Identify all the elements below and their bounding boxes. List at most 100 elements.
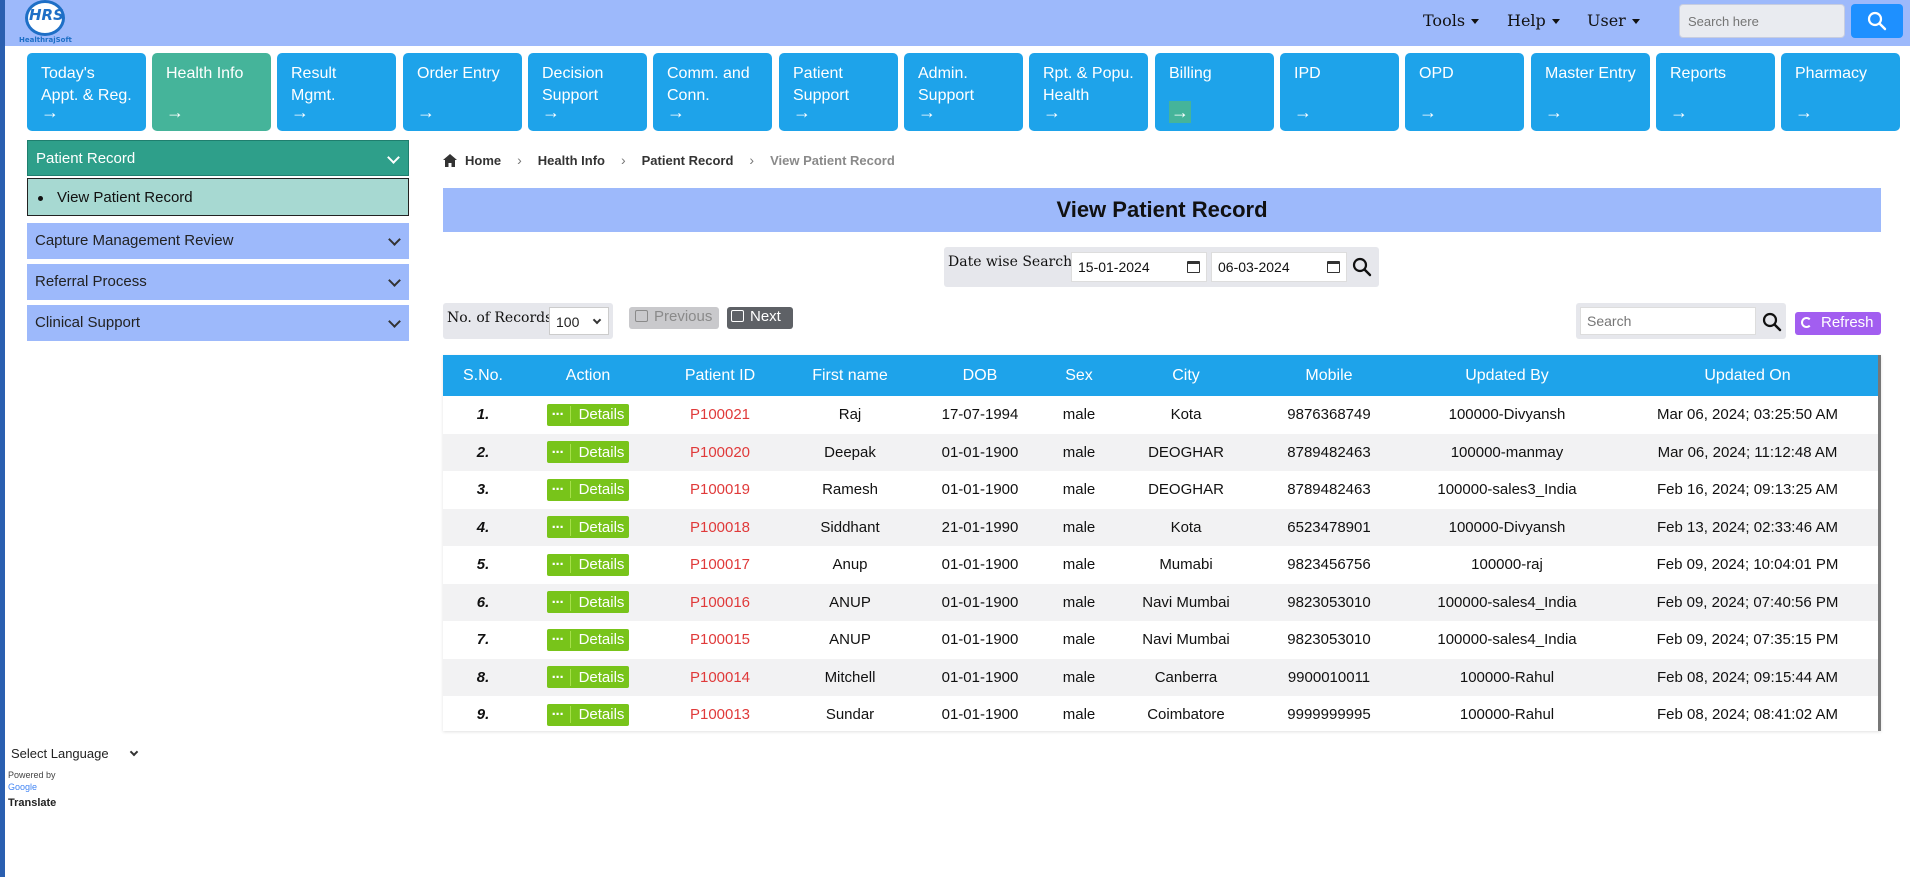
tile-result-mgmt[interactable]: Result Mgmt. → xyxy=(277,53,396,131)
column-header[interactable]: First name xyxy=(787,355,913,396)
caret-down-icon xyxy=(1631,19,1640,24)
date-to-value: 06-03-2024 xyxy=(1218,259,1290,275)
cell-sno: 6. xyxy=(476,593,490,611)
sidebar-section-capture-management-review[interactable]: Capture Management Review xyxy=(27,223,409,259)
cell-first-name: Siddhant xyxy=(820,518,880,536)
column-header[interactable]: City xyxy=(1111,355,1261,396)
previous-button[interactable]: Previous xyxy=(629,307,719,329)
details-label: Details xyxy=(578,406,625,424)
calendar-icon[interactable] xyxy=(1327,261,1340,273)
cell-city: DEOGHAR xyxy=(1148,443,1224,461)
refresh-label: Refresh xyxy=(1821,314,1874,331)
tile-ipd[interactable]: IPD → xyxy=(1280,53,1399,131)
sidebar-item-view-patient-record[interactable]: View Patient Record xyxy=(27,178,409,216)
records-label: No. of Records xyxy=(447,310,553,326)
cell-updated-by: 100000-manmay xyxy=(1450,443,1564,461)
tile-rpt-popu-health[interactable]: Rpt. & Popu. Health → xyxy=(1029,53,1148,131)
tile-pharmacy[interactable]: Pharmacy → xyxy=(1781,53,1900,131)
tile-admin-support[interactable]: Admin. Support → xyxy=(904,53,1023,131)
column-header[interactable]: DOB xyxy=(913,355,1047,396)
tile-opd[interactable]: OPD → xyxy=(1405,53,1524,131)
column-header[interactable]: Patient ID xyxy=(653,355,787,396)
google-logo[interactable]: Google xyxy=(8,781,56,793)
details-label: Details xyxy=(578,443,625,461)
table-row: 2. ··· Details P100020 Deepak 01-01-1900 male D… xyxy=(443,433,1878,472)
cell-patient-id[interactable]: P100015 xyxy=(653,621,787,659)
column-header[interactable]: Updated By xyxy=(1397,355,1617,396)
breadcrumb-patient-record[interactable]: Patient Record xyxy=(642,153,734,168)
cell-patient-id[interactable]: P100013 xyxy=(653,696,787,734)
cell-patient-id[interactable]: P100019 xyxy=(653,471,787,509)
more-dots-icon: ··· xyxy=(552,518,571,536)
menu-user[interactable]: User xyxy=(1587,11,1640,30)
details-button[interactable]: ··· Details xyxy=(546,403,630,426)
cell-updated-on: Feb 08, 2024; 08:41:02 AM xyxy=(1657,706,1838,724)
cell-patient-id[interactable]: P100018 xyxy=(653,509,787,547)
chevron-down-icon xyxy=(388,233,401,246)
tile-order-entry[interactable]: Order Entry → xyxy=(403,53,522,131)
tile-health-info[interactable]: Health Info → xyxy=(152,53,271,131)
tile-patient-support[interactable]: Patient Support → xyxy=(779,53,898,131)
table-row: 4. ··· Details P100018 Siddhant 21-01-1990 mal… xyxy=(443,508,1878,547)
cell-patient-id[interactable]: P100014 xyxy=(653,659,787,697)
menu-help[interactable]: Help xyxy=(1507,11,1560,30)
top-search-button[interactable] xyxy=(1851,4,1903,38)
cell-dob: 01-01-1900 xyxy=(941,706,1019,724)
records-select[interactable]: 100 xyxy=(549,307,609,335)
cell-patient-id[interactable]: P100017 xyxy=(653,546,787,584)
refresh-button[interactable]: Refresh xyxy=(1795,312,1881,335)
cell-first-name: Sundar xyxy=(825,706,875,724)
next-button[interactable]: Next xyxy=(727,307,793,329)
cell-first-name: Ramesh xyxy=(822,481,878,499)
top-search-input[interactable] xyxy=(1679,4,1845,38)
details-button[interactable]: ··· Details xyxy=(546,516,630,539)
cell-sno: 1. xyxy=(476,406,490,424)
details-label: Details xyxy=(578,556,625,574)
details-button[interactable]: ··· Details xyxy=(546,553,630,576)
column-header[interactable]: Updated On xyxy=(1617,355,1878,396)
cell-patient-id[interactable]: P100021 xyxy=(653,396,787,434)
cell-patient-id[interactable]: P100020 xyxy=(653,434,787,472)
tile-master-entry[interactable]: Master Entry → xyxy=(1531,53,1650,131)
app-logo[interactable]: HRS HealthrajSoft xyxy=(19,0,75,46)
language-select[interactable]: Select Language xyxy=(11,746,138,761)
menu-tools[interactable]: Tools xyxy=(1423,11,1480,30)
column-header[interactable]: Sex xyxy=(1047,355,1111,396)
breadcrumb-home[interactable]: Home xyxy=(465,153,501,168)
search-icon[interactable] xyxy=(1352,257,1372,277)
details-button[interactable]: ··· Details xyxy=(546,478,630,501)
breadcrumb-health-info[interactable]: Health Info xyxy=(538,153,605,168)
cell-patient-id[interactable]: P100016 xyxy=(653,584,787,622)
tile-reports[interactable]: Reports → xyxy=(1656,53,1775,131)
sidebar-section-clinical-support[interactable]: Clinical Support xyxy=(27,305,409,341)
tile-comm-conn[interactable]: Comm. and Conn. → xyxy=(653,53,772,131)
column-header[interactable]: Action xyxy=(523,355,653,396)
details-button[interactable]: ··· Details xyxy=(546,703,630,726)
date-from-input[interactable]: 15-01-2024 xyxy=(1071,252,1207,282)
search-icon[interactable] xyxy=(1762,312,1782,332)
cell-sex: male xyxy=(1062,443,1096,461)
column-header[interactable]: Mobile xyxy=(1261,355,1397,396)
table-row: 9. ··· Details P100013 Sundar 01-01-1900 male C… xyxy=(443,696,1878,734)
cell-updated-by: 100000-Divyansh xyxy=(1448,518,1566,536)
calendar-icon[interactable] xyxy=(1187,261,1200,273)
sidebar-section-label: Capture Management Review xyxy=(35,232,234,249)
tile-decision-support[interactable]: Decision Support → xyxy=(528,53,647,131)
tile-label: Master Entry xyxy=(1545,65,1636,82)
sidebar-section-patient-record[interactable]: Patient Record xyxy=(27,140,409,176)
logo-mark: HRS xyxy=(29,6,64,24)
tile-billing[interactable]: Billing → xyxy=(1155,53,1274,131)
cell-mobile: 6523478901 xyxy=(1287,518,1371,536)
search-icon xyxy=(1867,11,1887,31)
sidebar-section-referral-process[interactable]: Referral Process xyxy=(27,264,409,300)
tile-todays-appt[interactable]: Today's Appt. & Reg. → xyxy=(27,53,146,131)
table-row: 7. ··· Details P100015 ANUP 01-01-1900 male Nav… xyxy=(443,621,1878,659)
details-button[interactable]: ··· Details xyxy=(546,591,630,614)
date-to-input[interactable]: 06-03-2024 xyxy=(1211,252,1347,282)
cell-sno: 8. xyxy=(476,668,490,686)
table-search-input[interactable] xyxy=(1580,307,1756,335)
details-button[interactable]: ··· Details xyxy=(546,666,630,689)
details-button[interactable]: ··· Details xyxy=(546,628,630,651)
column-header[interactable]: S.No. xyxy=(443,355,523,396)
details-button[interactable]: ··· Details xyxy=(546,441,630,464)
